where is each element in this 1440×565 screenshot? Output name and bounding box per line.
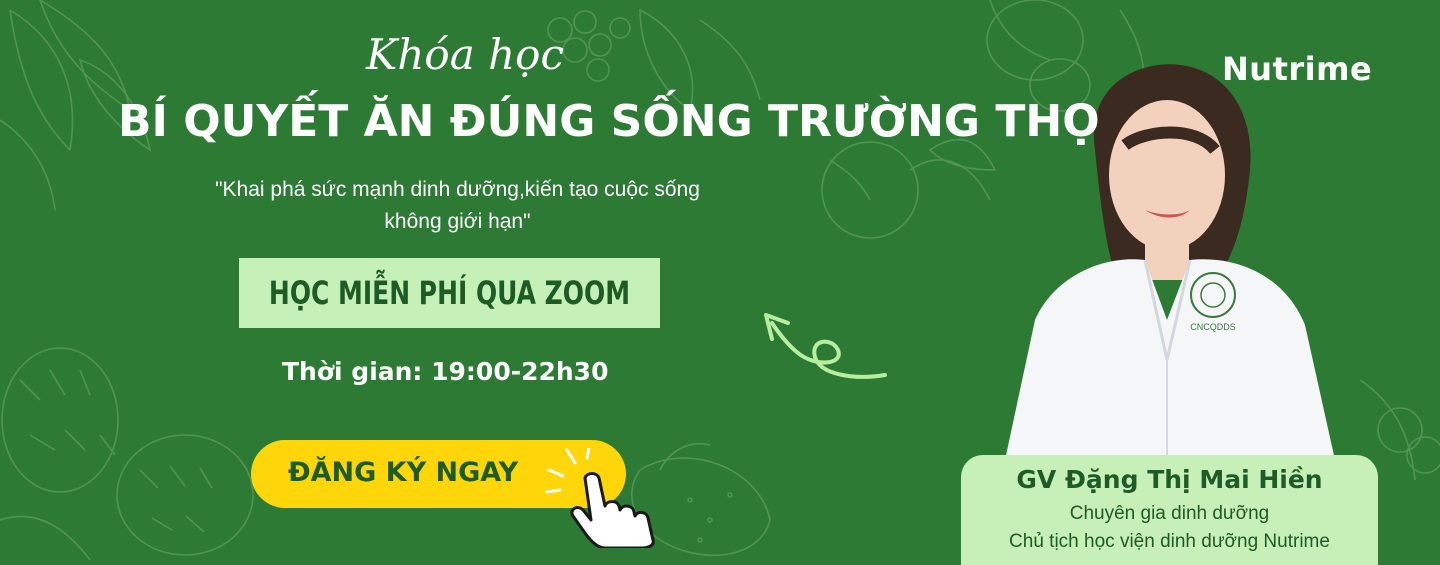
schedule-time: Thời gian: 19:00-22h30 (282, 357, 609, 386)
curved-arrow-icon (764, 313, 887, 379)
quote-line-1: "Khai phá sức mạnh dinh dưỡng,kiến tạo c… (215, 178, 700, 201)
free-zoom-badge: HỌC MIỄN PHÍ QUA ZOOM (239, 258, 660, 328)
course-quote: "Khai phá sức mạnh dinh dưỡng,kiến tạo c… (150, 174, 765, 238)
course-script-title: Khóa học (366, 30, 564, 79)
free-zoom-label: HỌC MIỄN PHÍ QUA ZOOM (268, 274, 631, 312)
promo-banner: CNCQDDS Nutrime Khóa học BÍ QUYẾT ĂN ĐÚN… (0, 0, 1440, 565)
instructor-name: GV Đặng Thị Mai Hiền (1016, 465, 1323, 494)
instructor-card: GV Đặng Thị Mai Hiền Chuyên gia dinh dưỡ… (961, 455, 1378, 565)
instructor-role-2: Chủ tịch học viện dinh dưỡng Nutrime (1009, 531, 1330, 552)
quote-line-2: không giới hạn" (384, 210, 531, 233)
brand-logo: Nutrime (1222, 50, 1373, 88)
hand-pointer-icon (545, 448, 655, 548)
course-title: BÍ QUYẾT ĂN ĐÚNG SỐNG TRƯỜNG THỌ (118, 96, 1100, 147)
register-now-label: ĐĂNG KÝ NGAY (288, 457, 519, 488)
instructor-role-1: Chuyên gia dinh dưỡng (1069, 503, 1270, 524)
coat-badge-text: CNCQDDS (1190, 322, 1236, 332)
